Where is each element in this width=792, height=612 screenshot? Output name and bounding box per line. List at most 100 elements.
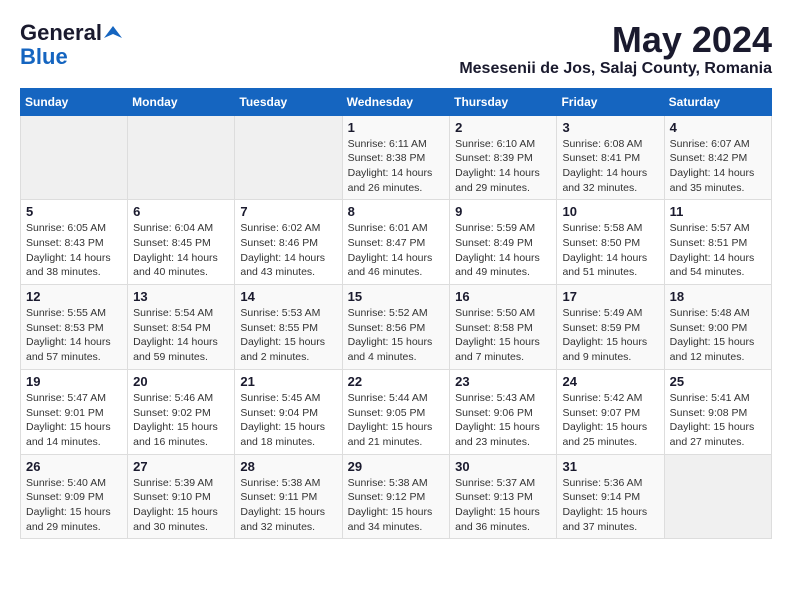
day-info: Sunrise: 5:44 AM Sunset: 9:05 PM Dayligh… — [348, 391, 445, 450]
day-number: 24 — [562, 374, 658, 389]
title-area: May 2024 Mesesenii de Jos, Salaj County,… — [459, 20, 772, 78]
day-number: 20 — [133, 374, 229, 389]
logo: General Blue — [20, 20, 122, 70]
page-container: General Blue May 2024 Mesesenii de Jos, … — [0, 0, 792, 549]
calendar-cell — [235, 115, 342, 200]
day-number: 16 — [455, 289, 551, 304]
day-number: 1 — [348, 120, 445, 135]
day-number: 25 — [670, 374, 766, 389]
calendar-cell: 4 Sunrise: 6:07 AM Sunset: 8:42 PM Daylig… — [664, 115, 771, 200]
day-number: 31 — [562, 459, 658, 474]
day-info: Sunrise: 5:36 AM Sunset: 9:14 PM Dayligh… — [562, 476, 658, 535]
calendar-cell: 24Sunrise: 5:42 AM Sunset: 9:07 PM Dayli… — [557, 369, 664, 454]
day-number: 23 — [455, 374, 551, 389]
day-info: Sunrise: 5:45 AM Sunset: 9:04 PM Dayligh… — [240, 391, 336, 450]
calendar-header-row: SundayMondayTuesdayWednesdayThursdayFrid… — [21, 88, 772, 115]
day-number: 7 — [240, 204, 336, 219]
calendar-cell: 20 Sunrise: 5:46 AM Sunset: 9:02 PM Dayli… — [128, 369, 235, 454]
day-info: Sunrise: 5:47 AM Sunset: 9:01 PM Dayligh… — [26, 391, 122, 450]
calendar-week-5: 26Sunrise: 5:40 AM Sunset: 9:09 PM Dayli… — [21, 454, 772, 539]
day-number: 17 — [562, 289, 658, 304]
day-info: Sunrise: 5:49 AM Sunset: 8:59 PM Dayligh… — [562, 306, 658, 365]
calendar-header-thursday: Thursday — [450, 88, 557, 115]
day-number: 4 — [670, 120, 766, 135]
calendar-cell: 8Sunrise: 6:01 AM Sunset: 8:47 PM Daylig… — [342, 200, 450, 285]
calendar-cell: 26Sunrise: 5:40 AM Sunset: 9:09 PM Dayli… — [21, 454, 128, 539]
day-info: Sunrise: 5:53 AM Sunset: 8:55 PM Dayligh… — [240, 306, 336, 365]
calendar-cell: 31 Sunrise: 5:36 AM Sunset: 9:14 PM Dayli… — [557, 454, 664, 539]
calendar-cell: 3 Sunrise: 6:08 AM Sunset: 8:41 PM Daylig… — [557, 115, 664, 200]
calendar-cell: 29 Sunrise: 5:38 AM Sunset: 9:12 PM Dayli… — [342, 454, 450, 539]
calendar-table: SundayMondayTuesdayWednesdayThursdayFrid… — [20, 88, 772, 540]
calendar-cell — [664, 454, 771, 539]
day-number: 10 — [562, 204, 658, 219]
page-header: General Blue May 2024 Mesesenii de Jos, … — [20, 20, 772, 78]
day-number: 21 — [240, 374, 336, 389]
calendar-week-1: 1Sunrise: 6:11 AM Sunset: 8:38 PM Daylig… — [21, 115, 772, 200]
calendar-header-saturday: Saturday — [664, 88, 771, 115]
logo-general: General — [20, 20, 102, 46]
calendar-cell — [21, 115, 128, 200]
day-number: 2 — [455, 120, 551, 135]
day-number: 30 — [455, 459, 551, 474]
day-number: 11 — [670, 204, 766, 219]
calendar-cell: 17 Sunrise: 5:49 AM Sunset: 8:59 PM Dayli… — [557, 285, 664, 370]
location-title: Mesesenii de Jos, Salaj County, Romania — [459, 60, 772, 78]
calendar-header-wednesday: Wednesday — [342, 88, 450, 115]
day-info: Sunrise: 5:55 AM Sunset: 8:53 PM Dayligh… — [26, 306, 122, 365]
calendar-header-tuesday: Tuesday — [235, 88, 342, 115]
calendar-cell: 30 Sunrise: 5:37 AM Sunset: 9:13 PM Dayli… — [450, 454, 557, 539]
day-info: Sunrise: 5:54 AM Sunset: 8:54 PM Dayligh… — [133, 306, 229, 365]
day-number: 9 — [455, 204, 551, 219]
day-number: 15 — [348, 289, 445, 304]
calendar-cell — [128, 115, 235, 200]
logo-bird-icon — [104, 24, 122, 42]
day-info: Sunrise: 6:04 AM Sunset: 8:45 PM Dayligh… — [133, 221, 229, 280]
calendar-cell: 25 Sunrise: 5:41 AM Sunset: 9:08 PM Dayli… — [664, 369, 771, 454]
day-info: Sunrise: 6:02 AM Sunset: 8:46 PM Dayligh… — [240, 221, 336, 280]
day-number: 29 — [348, 459, 445, 474]
day-number: 5 — [26, 204, 122, 219]
day-info: Sunrise: 5:52 AM Sunset: 8:56 PM Dayligh… — [348, 306, 445, 365]
day-number: 18 — [670, 289, 766, 304]
day-info: Sunrise: 6:10 AM Sunset: 8:39 PM Dayligh… — [455, 137, 551, 196]
calendar-cell: 19Sunrise: 5:47 AM Sunset: 9:01 PM Dayli… — [21, 369, 128, 454]
day-number: 22 — [348, 374, 445, 389]
day-info: Sunrise: 5:41 AM Sunset: 9:08 PM Dayligh… — [670, 391, 766, 450]
day-number: 14 — [240, 289, 336, 304]
calendar-cell: 6 Sunrise: 6:04 AM Sunset: 8:45 PM Daylig… — [128, 200, 235, 285]
day-info: Sunrise: 5:46 AM Sunset: 9:02 PM Dayligh… — [133, 391, 229, 450]
logo-blue: Blue — [20, 44, 68, 70]
day-number: 12 — [26, 289, 122, 304]
calendar-cell: 5 Sunrise: 6:05 AM Sunset: 8:43 PM Daylig… — [21, 200, 128, 285]
day-info: Sunrise: 5:38 AM Sunset: 9:11 PM Dayligh… — [240, 476, 336, 535]
calendar-header-friday: Friday — [557, 88, 664, 115]
calendar-cell: 7 Sunrise: 6:02 AM Sunset: 8:46 PM Daylig… — [235, 200, 342, 285]
day-number: 28 — [240, 459, 336, 474]
day-info: Sunrise: 5:38 AM Sunset: 9:12 PM Dayligh… — [348, 476, 445, 535]
day-number: 3 — [562, 120, 658, 135]
day-info: Sunrise: 6:08 AM Sunset: 8:41 PM Dayligh… — [562, 137, 658, 196]
calendar-cell: 11Sunrise: 5:57 AM Sunset: 8:51 PM Dayli… — [664, 200, 771, 285]
calendar-cell: 27Sunrise: 5:39 AM Sunset: 9:10 PM Dayli… — [128, 454, 235, 539]
calendar-cell: 1Sunrise: 6:11 AM Sunset: 8:38 PM Daylig… — [342, 115, 450, 200]
calendar-cell: 18 Sunrise: 5:48 AM Sunset: 9:00 PM Dayli… — [664, 285, 771, 370]
calendar-week-4: 19Sunrise: 5:47 AM Sunset: 9:01 PM Dayli… — [21, 369, 772, 454]
day-number: 8 — [348, 204, 445, 219]
calendar-header-monday: Monday — [128, 88, 235, 115]
day-info: Sunrise: 6:07 AM Sunset: 8:42 PM Dayligh… — [670, 137, 766, 196]
calendar-cell: 28 Sunrise: 5:38 AM Sunset: 9:11 PM Dayli… — [235, 454, 342, 539]
calendar-week-2: 5 Sunrise: 6:05 AM Sunset: 8:43 PM Daylig… — [21, 200, 772, 285]
day-info: Sunrise: 5:37 AM Sunset: 9:13 PM Dayligh… — [455, 476, 551, 535]
calendar-week-3: 12 Sunrise: 5:55 AM Sunset: 8:53 PM Dayli… — [21, 285, 772, 370]
day-info: Sunrise: 5:48 AM Sunset: 9:00 PM Dayligh… — [670, 306, 766, 365]
day-number: 27 — [133, 459, 229, 474]
day-info: Sunrise: 6:05 AM Sunset: 8:43 PM Dayligh… — [26, 221, 122, 280]
day-number: 6 — [133, 204, 229, 219]
calendar-cell: 21 Sunrise: 5:45 AM Sunset: 9:04 PM Dayli… — [235, 369, 342, 454]
day-info: Sunrise: 5:43 AM Sunset: 9:06 PM Dayligh… — [455, 391, 551, 450]
calendar-cell: 2 Sunrise: 6:10 AM Sunset: 8:39 PM Daylig… — [450, 115, 557, 200]
day-number: 26 — [26, 459, 122, 474]
calendar-cell: 23 Sunrise: 5:43 AM Sunset: 9:06 PM Dayli… — [450, 369, 557, 454]
calendar-header-sunday: Sunday — [21, 88, 128, 115]
